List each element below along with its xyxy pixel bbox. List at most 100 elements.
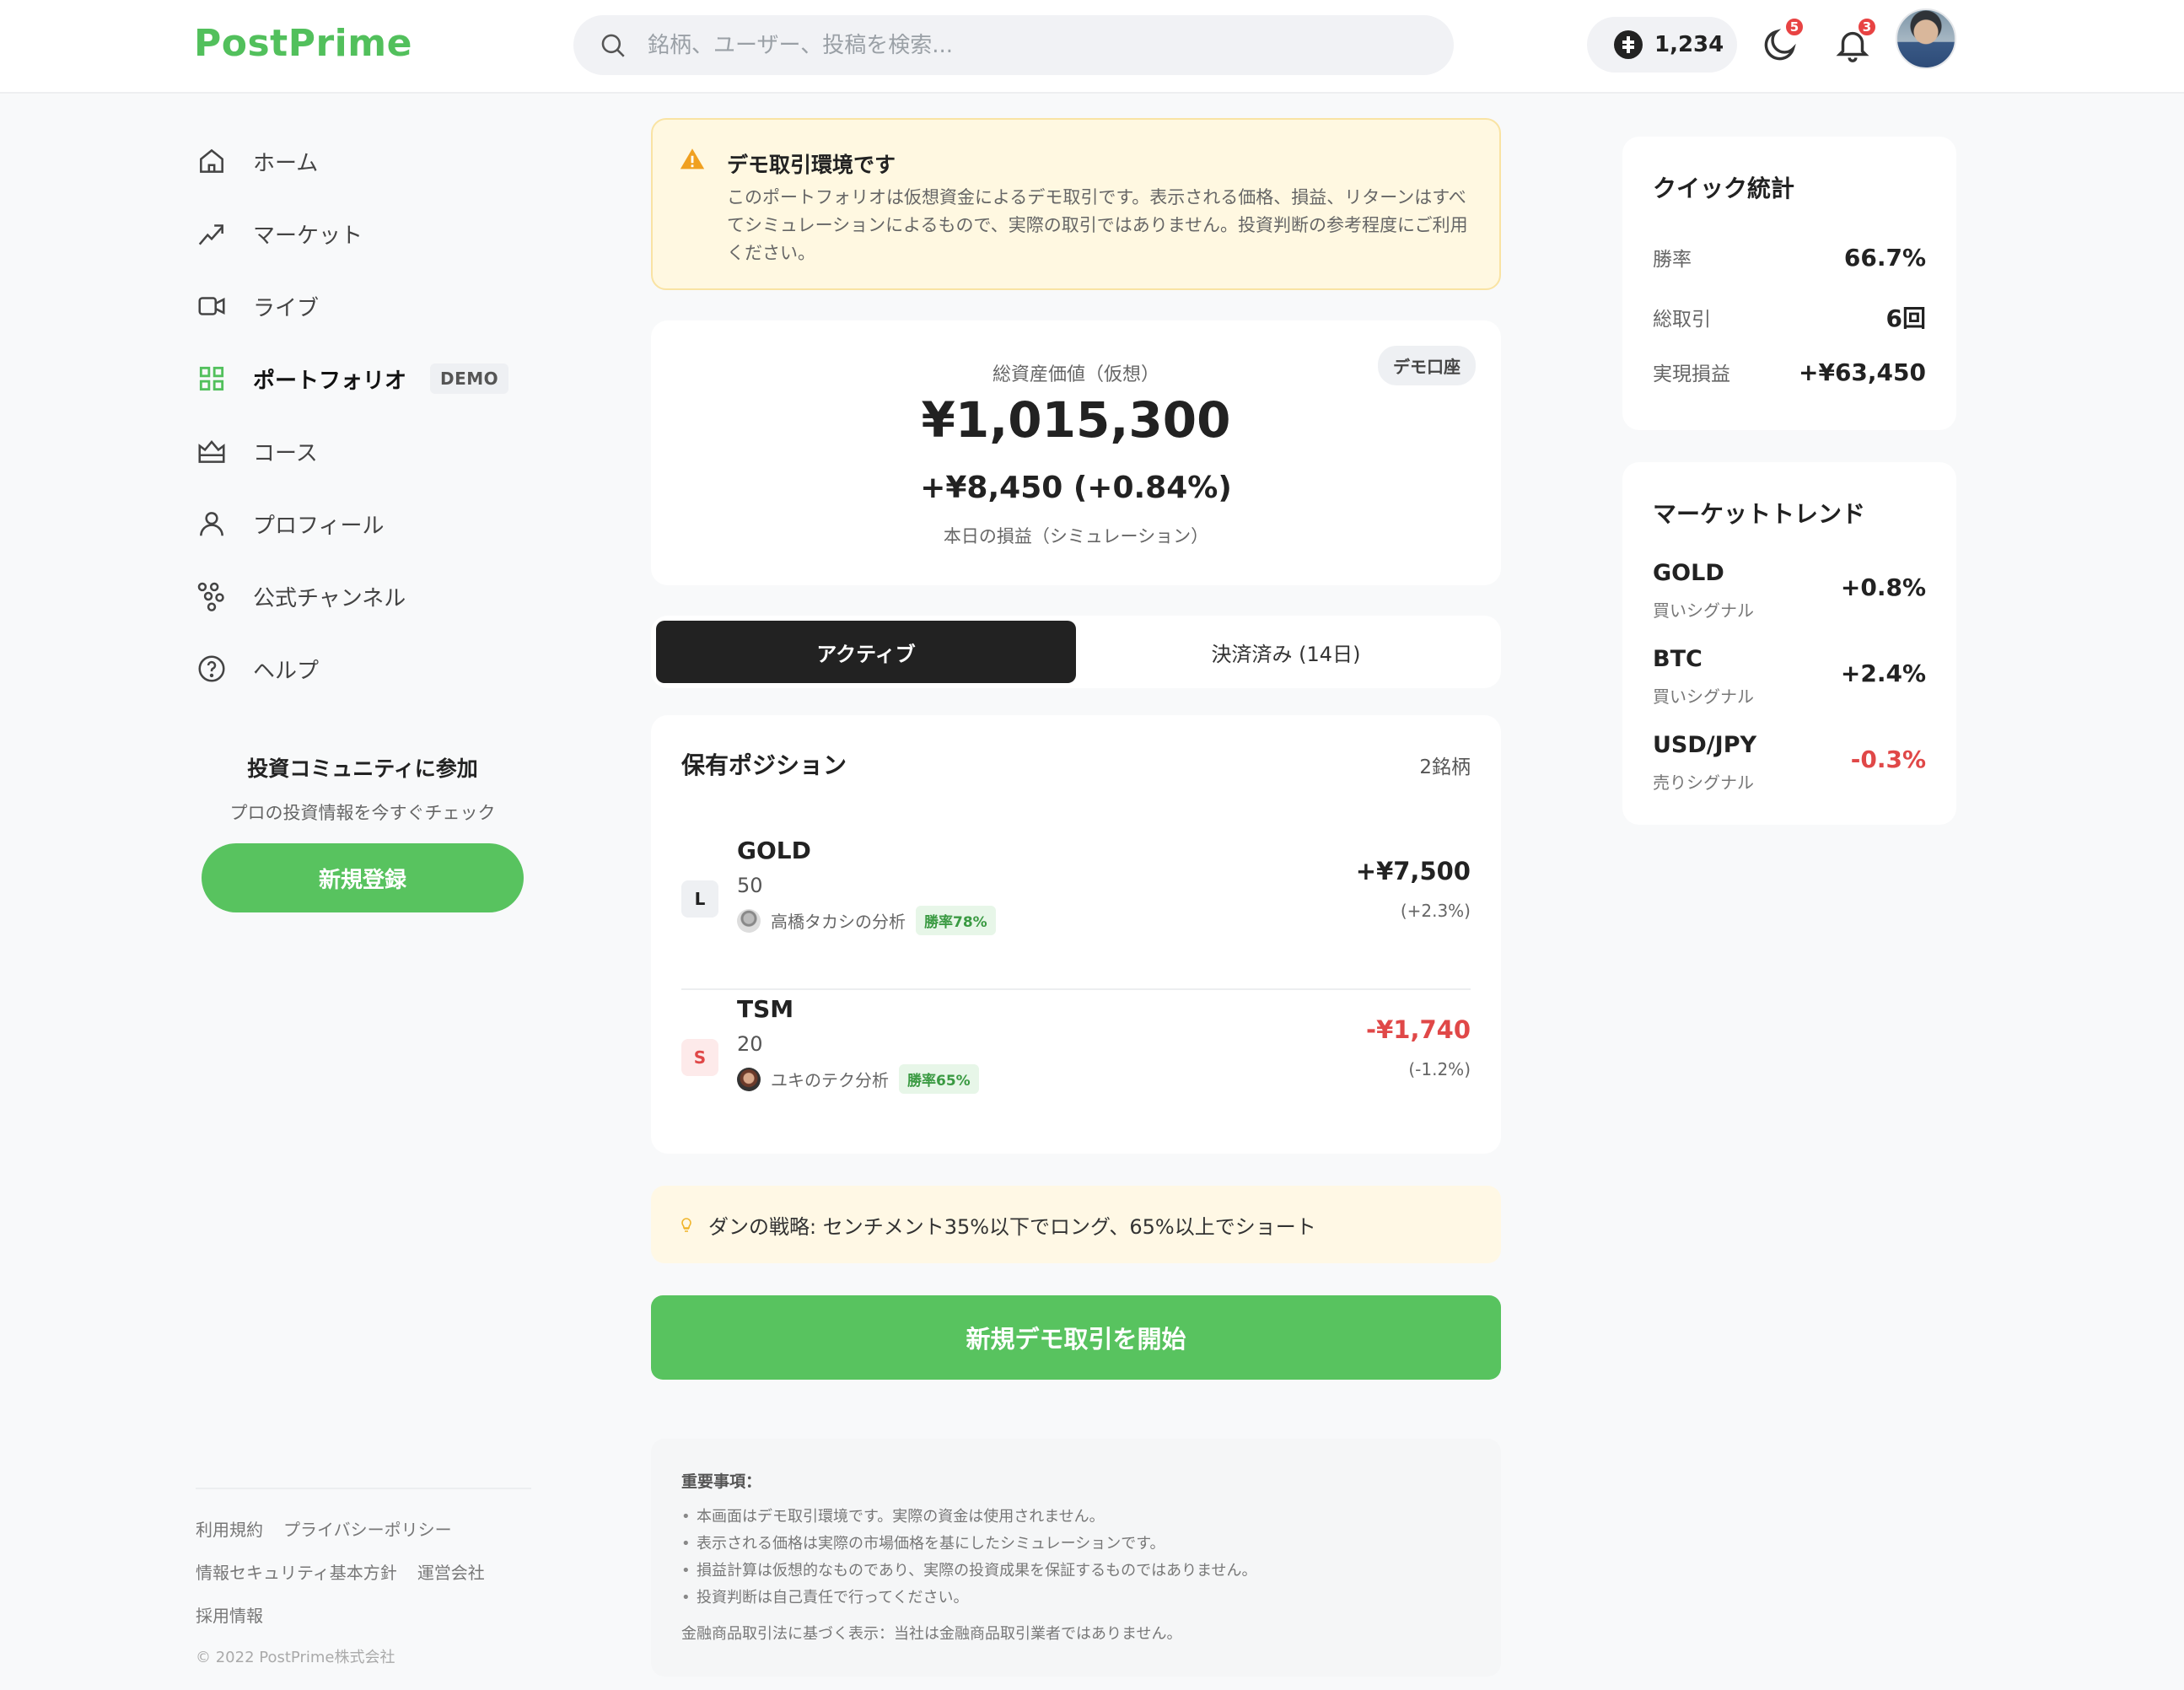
- sidebar-item-label: コース: [253, 440, 318, 466]
- position-row[interactable]: S TSM 20 ユキのテク分析 勝率65% -¥1,740 (-1.2%): [681, 992, 1471, 1149]
- notification-button[interactable]: 3: [1833, 17, 1877, 64]
- position-source: 高橋タカシの分析 勝率78%: [737, 906, 996, 935]
- top-bar: PostPrime 1,234 5 3: [0, 0, 2184, 94]
- trend-change: +0.8%: [1840, 573, 1926, 601]
- sidebar-item-market[interactable]: マーケット: [196, 197, 533, 270]
- market-trend-title: マーケットトレンド: [1653, 500, 1866, 528]
- sidebar-item-label: ヘルプ: [253, 658, 320, 684]
- analyst-avatar: [737, 1067, 761, 1091]
- sidebar-item-live[interactable]: ライブ: [196, 270, 533, 342]
- note-item: 本画面はデモ取引環境です。実際の資金は使用されません。: [681, 1504, 1471, 1531]
- quick-stats-card: クイック統計 勝率 66.7% 総取引 6回 実現損益 +¥63,450: [1622, 137, 1956, 430]
- demo-warning-banner: デモ取引環境です このポートフォリオは仮想資金によるデモ取引です。表示される価格…: [651, 118, 1501, 290]
- footer-link-security[interactable]: 情報セキュリティ基本方針: [196, 1559, 397, 1584]
- long-badge: L: [681, 880, 718, 918]
- legal-disclaimer: 金融商品取引法に基づく表示：当社は金融商品取引業者ではありません。: [681, 1625, 1182, 1643]
- analyst-name[interactable]: 高橋タカシの分析: [771, 908, 906, 933]
- position-pnl: +¥7,500: [1355, 857, 1471, 885]
- trend-change: -0.3%: [1850, 745, 1926, 773]
- footer-link-company[interactable]: 運営会社: [417, 1559, 485, 1584]
- position-source: ユキのテク分析 勝率65%: [737, 1064, 979, 1094]
- stat-row: 実現損益 +¥63,450: [1653, 358, 1926, 386]
- stat-label: 総取引: [1653, 309, 1711, 331]
- position-symbol: TSM: [737, 995, 794, 1023]
- strategy-tip-text: ダンの戦略: センチメント35%以下でロング、65%以上でショート: [708, 1214, 1316, 1239]
- strategy-tip: ダンの戦略: センチメント35%以下でロング、65%以上でショート: [651, 1186, 1501, 1263]
- trend-signal: 売りシグナル: [1653, 772, 1754, 793]
- analyst-name[interactable]: ユキのテク分析: [771, 1067, 889, 1091]
- trend-signal: 買いシグナル: [1653, 600, 1754, 621]
- course-icon: [198, 439, 225, 463]
- analyst-avatar: [737, 908, 761, 933]
- market-trend-card: マーケットトレンド GOLD 買いシグナル +0.8% BTC 買いシグナル +…: [1622, 462, 1956, 825]
- trend-row[interactable]: USD/JPY 売りシグナル -0.3%: [1653, 732, 1926, 799]
- positions-title: 保有ポジション: [681, 751, 847, 779]
- sidebar-item-profile[interactable]: プロフィール: [196, 487, 533, 560]
- trend-up-icon: [198, 224, 223, 245]
- warning-icon: [680, 148, 705, 170]
- day-change-label: 本日の損益（シミュレーション）: [943, 526, 1209, 546]
- search-icon: [601, 34, 625, 57]
- sidebar-item-portfolio[interactable]: ポートフォリオ DEMO: [196, 342, 533, 415]
- trend-row[interactable]: BTC 買いシグナル +2.4%: [1653, 646, 1926, 713]
- sidebar-item-label: ポートフォリオ: [253, 368, 407, 394]
- sidebar-nav: ホーム マーケット ライブ ポートフォリオ DEMO コース プロフィール 公式…: [196, 125, 533, 705]
- stat-label: 勝率: [1653, 249, 1692, 271]
- quick-stats-title: クイック統計: [1653, 175, 1795, 202]
- logo[interactable]: PostPrime: [194, 22, 412, 65]
- trend-symbol: BTC: [1653, 646, 1703, 672]
- position-quantity: 50: [737, 874, 763, 897]
- sidebar-item-course[interactable]: コース: [196, 415, 533, 487]
- short-badge: S: [681, 1039, 718, 1076]
- sidebar-item-label: ホーム: [253, 150, 319, 176]
- lightbulb-icon: [681, 1218, 691, 1232]
- winrate-badge: 勝率65%: [899, 1064, 979, 1094]
- points-balance[interactable]: 1,234: [1587, 17, 1737, 73]
- signup-button[interactable]: 新規登録: [202, 843, 524, 912]
- user-icon: [200, 512, 223, 536]
- stat-row: 総取引 6回: [1653, 300, 1926, 334]
- trend-symbol: GOLD: [1653, 560, 1724, 586]
- positions-count: 2銘柄: [1419, 756, 1471, 778]
- start-demo-trade-button[interactable]: 新規デモ取引を開始: [651, 1295, 1501, 1380]
- trend-row[interactable]: GOLD 買いシグナル +0.8%: [1653, 560, 1926, 627]
- user-avatar[interactable]: [1896, 8, 1956, 69]
- tab-active[interactable]: アクティブ: [656, 621, 1076, 683]
- position-symbol: GOLD: [737, 837, 811, 864]
- tab-closed[interactable]: 決済済み (14日): [1076, 621, 1496, 683]
- total-value: ¥1,015,300: [921, 391, 1231, 449]
- position-pnl-percent: (+2.3%): [1400, 901, 1471, 921]
- footer-link-careers[interactable]: 採用情報: [196, 1602, 263, 1627]
- footer-link-terms[interactable]: 利用規約: [196, 1516, 263, 1541]
- coin-activity-button[interactable]: 5: [1761, 17, 1805, 64]
- notification-badge: 3: [1857, 17, 1877, 37]
- sidebar-item-help[interactable]: ヘルプ: [196, 632, 533, 705]
- sidebar-item-home[interactable]: ホーム: [196, 125, 533, 197]
- position-tabs: アクティブ 決済済み (14日): [651, 616, 1501, 688]
- coin-activity-badge: 5: [1784, 17, 1805, 37]
- coin-icon: [1614, 30, 1643, 59]
- trend-signal: 買いシグナル: [1653, 686, 1754, 707]
- position-row[interactable]: L GOLD 50 高橋タカシの分析 勝率78% +¥7,500 (+2.3%): [681, 833, 1471, 990]
- grid-icon: [199, 366, 224, 391]
- sidebar-item-channel[interactable]: 公式チャンネル: [196, 560, 533, 632]
- community-title: 投資コミュニティに参加: [247, 756, 478, 781]
- search-input[interactable]: [648, 32, 1390, 58]
- position-pnl: -¥1,740: [1366, 1015, 1471, 1044]
- community-subtitle: プロの投資情報を今すぐチェック: [229, 803, 496, 823]
- position-pnl-percent: (-1.2%): [1408, 1059, 1471, 1079]
- stat-value: 6回: [1885, 304, 1926, 332]
- note-item: 投資判断は自己責任で行ってください。: [681, 1585, 1471, 1612]
- sidebar-item-label: マーケット: [253, 223, 363, 249]
- important-notes: 重要事項： 本画面はデモ取引環境です。実際の資金は使用されません。 表示される価…: [651, 1439, 1501, 1677]
- note-item: 表示される価格は実際の市場価格を基にしたシミュレーションです。: [681, 1531, 1471, 1558]
- search-bar[interactable]: [573, 15, 1454, 75]
- notes-title: 重要事項：: [681, 1472, 762, 1491]
- community-promo: 投資コミュニティに参加 プロの投資情報を今すぐチェック 新規登録: [196, 725, 530, 919]
- total-value-label: 総資産価値（仮想）: [992, 364, 1159, 385]
- demo-badge: DEMO: [430, 363, 509, 394]
- sidebar-item-label: プロフィール: [253, 513, 385, 539]
- winrate-badge: 勝率78%: [916, 906, 996, 935]
- warning-title: デモ取引環境です: [727, 153, 896, 177]
- footer-link-privacy[interactable]: プライバシーポリシー: [283, 1516, 452, 1541]
